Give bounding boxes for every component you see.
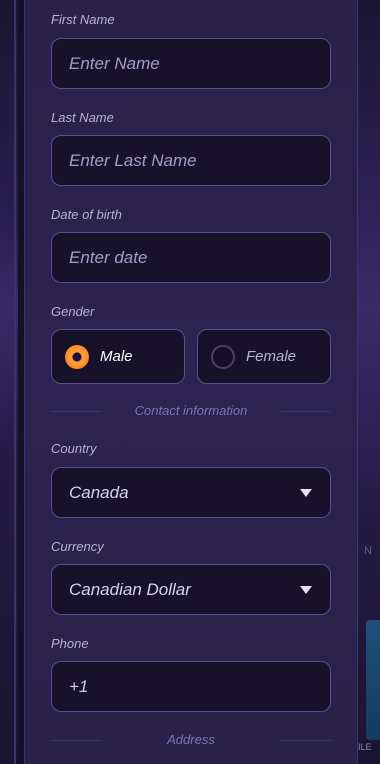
dob-input[interactable]: Enter date xyxy=(51,232,331,283)
radio-unselected-icon xyxy=(211,344,235,369)
dob-label: Date of birth xyxy=(51,207,122,222)
background-tag: N xyxy=(364,545,372,557)
country-select[interactable]: Canada xyxy=(51,467,331,518)
chevron-down-icon xyxy=(300,585,312,594)
address-divider: Address xyxy=(51,732,331,747)
gender-label: Gender xyxy=(51,304,95,319)
currency-value: Canadian Dollar xyxy=(69,579,191,599)
registration-form-panel: First Name Enter Name Last Name Enter La… xyxy=(24,0,358,764)
first-name-label: First Name xyxy=(51,12,115,27)
background-badge xyxy=(366,620,380,740)
first-name-input[interactable]: Enter Name xyxy=(51,38,331,89)
gender-option-male[interactable]: Male xyxy=(51,329,185,384)
country-value: Canada xyxy=(69,482,129,502)
background-right: N ILE xyxy=(356,0,380,764)
contact-information-divider: Contact information xyxy=(51,403,331,418)
gender-option-female[interactable]: Female xyxy=(197,329,331,384)
last-name-input[interactable]: Enter Last Name xyxy=(51,135,331,186)
background-badge-text: ILE xyxy=(358,742,372,752)
phone-input[interactable]: +1 xyxy=(51,661,331,712)
gender-option-label: Male xyxy=(100,348,133,365)
phone-label: Phone xyxy=(51,636,89,651)
currency-select[interactable]: Canadian Dollar xyxy=(51,564,331,615)
country-label: Country xyxy=(51,441,97,456)
chevron-down-icon xyxy=(300,488,312,497)
radio-selected-icon xyxy=(65,344,89,369)
background-left xyxy=(0,0,18,764)
gender-option-label: Female xyxy=(246,348,297,365)
currency-label: Currency xyxy=(51,539,104,554)
last-name-label: Last Name xyxy=(51,110,114,125)
